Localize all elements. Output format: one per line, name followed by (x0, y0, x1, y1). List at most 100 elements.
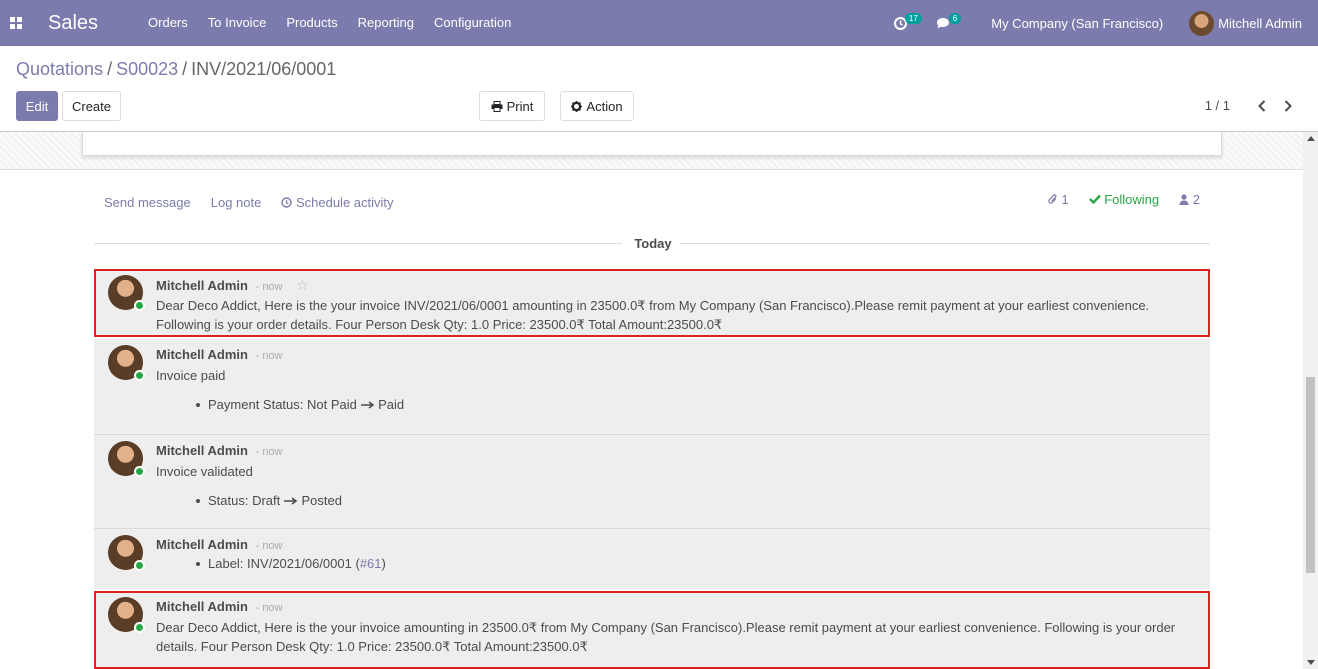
breadcrumb-separator: / (107, 59, 113, 79)
followers-button[interactable]: 2 (1179, 192, 1200, 207)
message-date: - now (255, 281, 283, 293)
chatter-followers-area: 1 Following 2 (1047, 192, 1200, 207)
schedule-activity-label: Schedule activity (295, 194, 394, 210)
tracking-value-item: Payment Status: Not Paid Paid (196, 397, 404, 412)
breadcrumb-current: INV/2021/06/0001 (191, 59, 337, 79)
chatter-topbar: Send message Log note Schedule activity … (94, 192, 1210, 212)
message-item: Mitchell Admin - now Invoice validated S… (94, 435, 1210, 528)
send-message-button[interactable]: Send message (104, 195, 191, 210)
schedule-activity-button[interactable]: Schedule activity (281, 194, 394, 210)
gear-icon (571, 100, 583, 112)
app-name[interactable]: Sales (48, 12, 98, 35)
message-body: Invoice paid (156, 368, 226, 383)
printer-icon (491, 100, 503, 112)
message-date: - now (255, 602, 283, 614)
menu-orders[interactable]: Orders (138, 0, 198, 46)
breadcrumb-order[interactable]: S00023 (116, 59, 178, 79)
paperclip-icon (1047, 194, 1057, 204)
user-name: Mitchell Admin (1218, 15, 1302, 31)
message-item: Mitchell Admin - now Invoice paid Paymen… (94, 339, 1210, 434)
tracking-old-value: Draft (252, 493, 281, 508)
author-avatar[interactable] (108, 345, 145, 381)
tracking-value: INV/2021/06/0001 (247, 556, 352, 571)
user-icon (1179, 194, 1189, 205)
menu-reporting[interactable]: Reporting (348, 0, 424, 46)
create-button[interactable]: Create (62, 91, 121, 121)
author-avatar[interactable] (108, 441, 145, 477)
message-body: Dear Deco Addict, Here is the your invoi… (156, 620, 1176, 654)
message-date: - now (255, 350, 283, 362)
activity-menu[interactable]: 17 (893, 12, 922, 30)
message-count-badge: 6 (948, 12, 962, 24)
author-avatar[interactable] (108, 275, 145, 311)
pager-value[interactable]: 1 / 1 (1205, 98, 1230, 113)
message-author[interactable]: Mitchell Admin (156, 537, 248, 552)
menu-to-invoice[interactable]: To Invoice (198, 0, 277, 46)
date-label: Today (634, 236, 672, 251)
separator-line-left (94, 243, 622, 244)
top-navbar: Sales Orders To Invoice Products Reporti… (0, 0, 1318, 46)
action-label: Action (586, 98, 623, 114)
message-body: Dear Deco Addict, Here is the your invoi… (156, 298, 1150, 332)
form-content: Send message Log note Schedule activity … (0, 132, 1303, 669)
record-link[interactable]: #61 (360, 556, 382, 571)
tracking-new-value: Paid (378, 397, 405, 412)
message-header: Mitchell Admin - now (156, 347, 283, 362)
check-icon (1088, 194, 1101, 205)
activity-count-badge: 17 (904, 12, 922, 24)
breadcrumb-quotations[interactable]: Quotations (16, 59, 103, 79)
online-status-icon (134, 466, 145, 477)
scrollbar-thumb[interactable] (1306, 377, 1315, 573)
star-icon[interactable]: ☆ (296, 277, 309, 293)
main-menu: Orders To Invoice Products Reporting Con… (138, 0, 521, 46)
author-avatar[interactable] (108, 597, 145, 633)
clock-icon (281, 196, 293, 208)
tracking-value-item: Label: INV/2021/06/0001 (#61) (196, 556, 386, 571)
apps-menu-icon[interactable] (0, 0, 32, 46)
message-author[interactable]: Mitchell Admin (156, 278, 248, 293)
tracking-field-label: Label: (208, 556, 244, 571)
follower-count: 2 (1192, 192, 1200, 207)
tracking-paren-close: ) (381, 556, 386, 571)
menu-products[interactable]: Products (276, 0, 347, 46)
message-date: - now (255, 446, 283, 458)
message-header: Mitchell Admin - now (156, 599, 283, 614)
systray: 17 6 My Company (San Francisco) Mitchell… (893, 0, 1318, 46)
following-button[interactable]: Following (1088, 192, 1159, 207)
user-menu[interactable]: Mitchell Admin (1189, 10, 1302, 36)
print-button[interactable]: Print (479, 91, 545, 121)
message-body: Invoice validated (156, 464, 253, 479)
arrow-right-icon (283, 497, 298, 505)
arrow-right-icon (360, 401, 374, 409)
control-panel: Quotations / S00023/INV/2021/06/0001 Edit … (0, 46, 1318, 132)
tracking-field-label: Payment Status: (208, 397, 304, 412)
pager-previous-icon[interactable] (1258, 100, 1266, 112)
scroll-down-icon[interactable] (1307, 660, 1315, 665)
messaging-menu[interactable]: 6 (936, 12, 962, 30)
attachments-button[interactable]: 1 (1047, 192, 1069, 207)
message-author[interactable]: Mitchell Admin (156, 443, 248, 458)
message-header: Mitchell Admin - now (156, 443, 283, 458)
message-author[interactable]: Mitchell Admin (156, 347, 248, 362)
pager-next-icon[interactable] (1284, 100, 1292, 112)
print-label: Print (506, 98, 534, 114)
form-sheet (82, 132, 1222, 156)
tracking-value-item: Status: Draft Posted (196, 493, 342, 508)
message-header: Mitchell Admin - now ☆ (156, 277, 309, 294)
online-status-icon (134, 560, 145, 571)
author-avatar[interactable] (108, 535, 145, 571)
breadcrumb: Quotations / S00023/INV/2021/06/0001 (16, 59, 336, 80)
message-author[interactable]: Mitchell Admin (156, 599, 248, 614)
tracking-new-value: Posted (301, 493, 342, 508)
vertical-scrollbar[interactable] (1303, 132, 1318, 669)
online-status-icon (134, 300, 145, 311)
message-header: Mitchell Admin - now (156, 537, 283, 552)
scroll-up-icon[interactable] (1307, 136, 1315, 141)
company-switcher[interactable]: My Company (San Francisco) (991, 16, 1163, 31)
user-avatar (1189, 10, 1215, 36)
action-button[interactable]: Action (560, 91, 634, 121)
menu-configuration[interactable]: Configuration (424, 0, 521, 46)
edit-button[interactable]: Edit (16, 91, 58, 121)
log-note-button[interactable]: Log note (211, 195, 262, 210)
message-item: Mitchell Admin - now Dear Deco Addict, H… (94, 591, 1210, 669)
